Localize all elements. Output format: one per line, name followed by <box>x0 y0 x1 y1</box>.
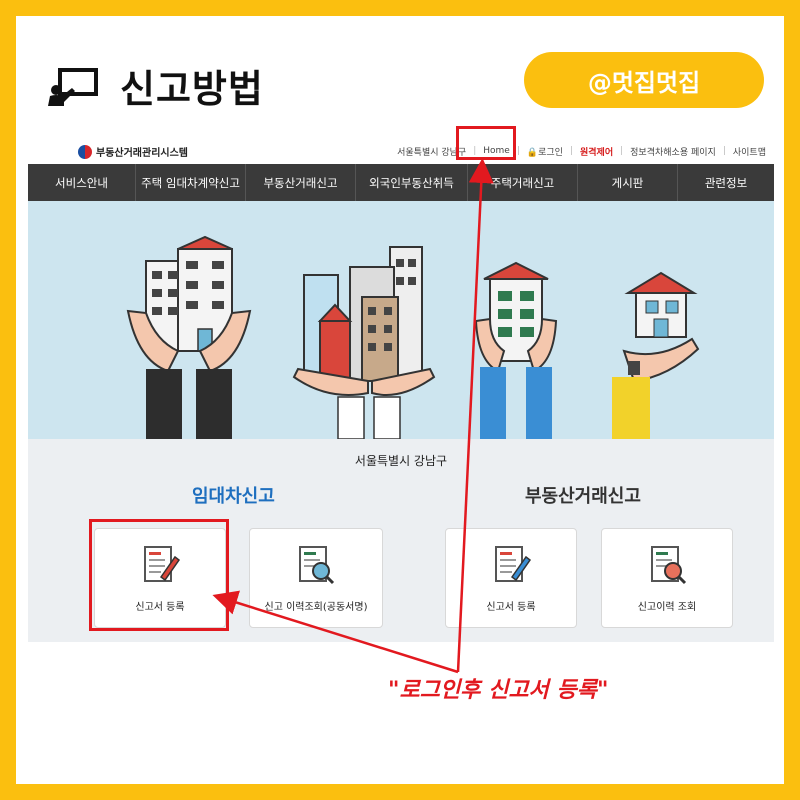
site-logo-text: 부동산거래관리시스템 <box>96 148 188 159</box>
page-title: 신고방법 <box>120 67 264 111</box>
house-icon <box>624 271 698 338</box>
presentation-icon <box>48 68 98 106</box>
nav-housing-trade-report[interactable]: 주택거래신고 <box>468 164 578 201</box>
trade-report-heading: 부동산거래신고 <box>525 486 641 507</box>
accessibility-page-link[interactable]: 정보격차해소용 페이지 <box>630 145 716 158</box>
trade-register-card[interactable]: 신고서 등록 <box>445 528 577 628</box>
register-highlight-box <box>89 519 229 631</box>
taegeuk-logo-icon <box>78 144 92 159</box>
document-search-icon <box>651 546 687 585</box>
trade-history-card[interactable]: 신고이력 조회 <box>601 528 733 628</box>
city-buildings-icon <box>303 246 423 382</box>
nav-lease-report[interactable]: 주택 임대차계약신고 <box>136 164 246 201</box>
sitemap-link[interactable]: 사이트맵 <box>733 145 766 158</box>
document-pen-icon <box>495 546 532 582</box>
open-hands-icon <box>292 367 436 439</box>
nav-related-info[interactable]: 관련정보 <box>678 164 774 201</box>
login-highlight-box <box>456 126 516 160</box>
nav-service-info[interactable]: 서비스안내 <box>28 164 136 201</box>
site-topbar: 부동산거래관리시스템 서울특별시 강남구 | Home | 🔒로그인 | 원격제어 | … <box>28 138 774 164</box>
nav-trade-report[interactable]: 부동산거래신고 <box>246 164 356 201</box>
single-hand-icon <box>612 337 700 439</box>
document-search-icon <box>299 546 335 585</box>
card-label: 신고이력 조회 <box>637 602 697 613</box>
card-label: 신고 이력조회(공동서명) <box>264 602 368 613</box>
lease-history-card[interactable]: 신고 이력조회(공동서명) <box>249 528 383 628</box>
utility-links: 서울특별시 강남구 | Home | 🔒로그인 | 원격제어 | 정보격차해소용 페이지… <box>397 145 766 158</box>
hands-holding-buildings-illustration <box>126 235 700 439</box>
nav-board[interactable]: 게시판 <box>578 164 678 201</box>
nav-foreigner-acquisition[interactable]: 외국인부동산취득 <box>356 164 468 201</box>
apartment-building-icon <box>145 235 233 352</box>
remote-control-link[interactable]: 원격제어 <box>580 145 613 158</box>
site-logo[interactable]: 부동산거래관리시스템 <box>78 144 188 159</box>
annotation-caption: "로그인후 신고서 등록" <box>388 678 609 703</box>
card-label: 신고서 등록 <box>486 602 536 613</box>
login-link[interactable]: 🔒로그인 <box>527 145 563 158</box>
author-handle-badge: @멋집멋집 <box>524 52 764 108</box>
main-nav: 서비스안내 주택 임대차계약신고 부동산거래신고 외국인부동산취득 주택거래신고… <box>28 164 774 201</box>
district-label: 서울특별시 강남구 <box>354 454 448 468</box>
hero-banner <box>28 201 774 439</box>
lease-report-heading: 임대차신고 <box>192 486 275 507</box>
